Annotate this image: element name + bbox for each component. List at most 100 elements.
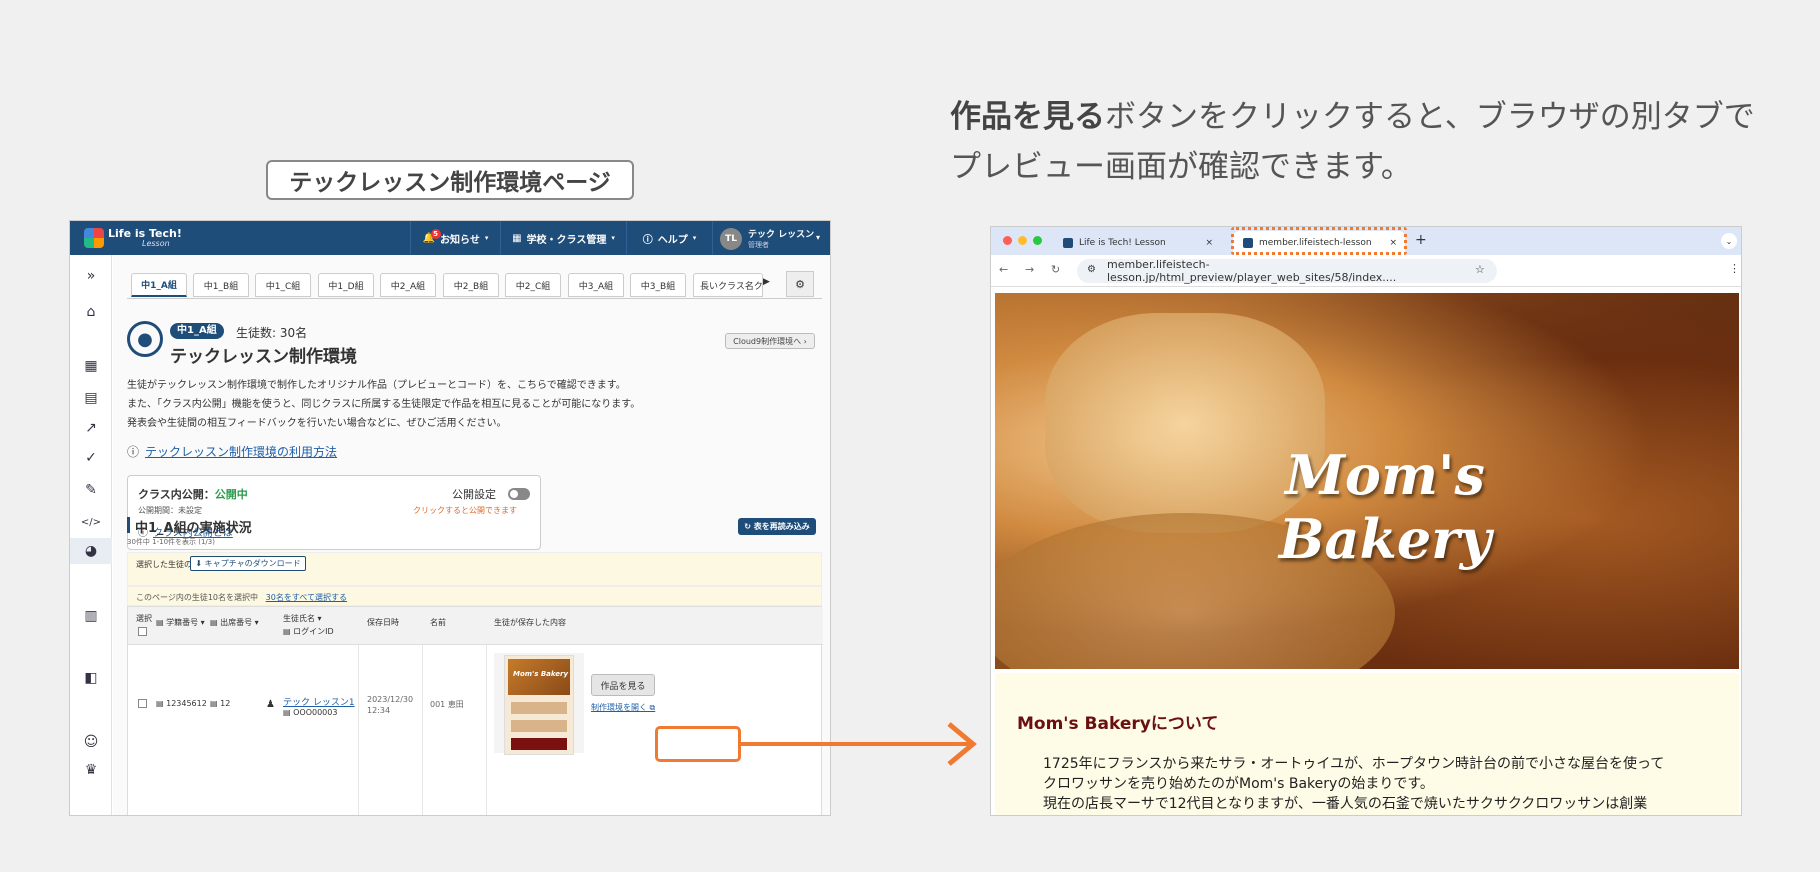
expand-icon[interactable]: » [70, 263, 112, 289]
tab-2b[interactable]: 中2_B組 [443, 273, 499, 297]
thumb-footer [511, 738, 567, 750]
header-name: 名前 [430, 618, 446, 627]
select-page-bar: このページ内の生徒10名を選択中 30名をすべて選択する [127, 586, 822, 606]
active-tab-highlight [1231, 227, 1407, 255]
select-all-checkbox[interactable] [138, 627, 147, 636]
cell-name: 001 恵田 [430, 700, 464, 709]
table-header: 選択 ▤ 学籍番号 ▾ ▤ 出席番号 ▾ 生徒氏名 ▾ ▤ ログインID 保存日… [128, 607, 823, 645]
gear-icon[interactable]: ⚙ [786, 271, 814, 297]
tab-2a[interactable]: 中2_A組 [380, 273, 436, 297]
brand-logo-icon[interactable] [84, 228, 104, 248]
document-check-icon[interactable]: ▤ [70, 385, 112, 411]
maximize-window-icon[interactable] [1033, 236, 1042, 245]
open-env-link[interactable]: 制作環境を開く ⧉ [591, 702, 655, 713]
header-login-id-label: ログインID [293, 627, 334, 636]
smile-icon[interactable]: ☺ [70, 729, 112, 755]
chevron-down-icon: ▾ [484, 234, 489, 242]
home-icon[interactable]: ⌂ [70, 299, 112, 325]
chevron-down-icon: ▾ [611, 234, 615, 242]
select-page-text: このページ内の生徒10名を選択中 [136, 593, 259, 602]
tab-scroll-right-icon[interactable]: ▶ [763, 277, 770, 287]
tab-1c[interactable]: 中1_C組 [255, 273, 311, 297]
tab-1d[interactable]: 中1_D組 [318, 273, 374, 297]
caption-bold: 作品を見る [950, 99, 1105, 135]
selection-bar: 選択した生徒の ⬇ キャプチャのダウンロード [127, 552, 822, 586]
cloud9-button[interactable]: Cloud9制作環境へ › [725, 333, 815, 349]
site-settings-icon[interactable]: ⚙ [1087, 264, 1096, 275]
pencil-icon[interactable]: ✎ [70, 477, 112, 503]
chevron-down-icon: ▾ [692, 234, 697, 242]
user-name[interactable]: テック レッスン [748, 227, 814, 240]
about-section: Mom's Bakeryについて 1725年にフランスから来たサラ・オートゥイユ… [995, 673, 1739, 815]
row-checkbox[interactable] [138, 699, 147, 708]
capture-label: キャプチャのダウンロード [204, 559, 301, 568]
header-login-id: ▤ ログインID [283, 627, 334, 636]
tab-1b[interactable]: 中1_B組 [193, 273, 249, 297]
avatar[interactable]: TL [720, 228, 742, 250]
cell-student-no: ▤ 12345612 [156, 699, 207, 708]
trophy-icon[interactable]: ♛ [70, 757, 112, 783]
close-window-icon[interactable] [1003, 236, 1012, 245]
chevron-down-icon[interactable]: ▾ [816, 233, 820, 242]
palette-icon[interactable]: ◕ [70, 538, 112, 564]
notice-label: お知らせ [440, 234, 480, 246]
tab1-label: Life is Tech! Lesson [1079, 238, 1166, 248]
capture-button[interactable]: ⬇ キャプチャのダウンロード [190, 556, 306, 571]
publish-label-row: クラス内公開：公開中 [138, 486, 248, 502]
calendar-icon[interactable]: ▦ [70, 353, 112, 379]
minimize-window-icon[interactable] [1018, 236, 1027, 245]
help-menu[interactable]: ⓘ ヘルプ ▾ [626, 221, 712, 255]
page-label: テックレッスン制作環境ページ [266, 160, 634, 200]
address-bar[interactable]: ⚙ member.lifeistech-lesson.jp/html_previ… [1077, 258, 1497, 284]
student-name-link[interactable]: テック レッスン1 [283, 695, 355, 708]
forward-icon[interactable]: → [1025, 263, 1034, 276]
reload-button[interactable]: ↻ 表を再読み込み [738, 518, 816, 535]
student-avatar-icon: ♟ [266, 699, 275, 710]
check-circle-icon[interactable]: ✓ [70, 445, 112, 471]
more-menu-icon[interactable]: ⋮ [1729, 262, 1740, 275]
publish-hint: クリックすると公開できます [413, 506, 517, 515]
publish-toggle[interactable] [508, 488, 530, 500]
brand-sub: Lesson [142, 239, 170, 248]
tab-list-icon[interactable]: ⌄ [1721, 233, 1737, 249]
palette-icon: ● [127, 321, 163, 357]
header-select: 選択 [136, 614, 152, 623]
nav-divider [712, 221, 713, 255]
trend-icon[interactable]: ↗ [70, 415, 112, 441]
section-count: 30件中 1-10件を表示 (1/3) [127, 538, 215, 546]
chart-icon[interactable]: ▥ [70, 603, 112, 629]
book-icon[interactable]: ◧ [70, 665, 112, 691]
bookmark-star-icon[interactable]: ☆ [1475, 263, 1485, 276]
notice-menu[interactable]: 🔔 5 お知らせ ▾ [410, 221, 500, 255]
tab-2c[interactable]: 中2_C組 [505, 273, 561, 297]
header-student-no[interactable]: ▤ 学籍番号 ▾ [156, 617, 205, 628]
tab-long-class[interactable]: 長いクラス名ク [693, 273, 763, 297]
page-title: テックレッスン制作環境 [170, 347, 357, 367]
tab-1a[interactable]: 中1_A組 [131, 273, 187, 297]
thumb-title: Mom's Bakery [513, 670, 569, 678]
reload-label: 表を再読み込み [753, 522, 810, 531]
brand-name: Life is Tech! [108, 227, 182, 240]
view-work-button[interactable]: 作品を見る [591, 674, 655, 696]
school-menu[interactable]: ▦ 学校・クラス管理 ▾ [500, 221, 626, 255]
tab-3b[interactable]: 中3_B組 [630, 273, 686, 297]
close-tab-icon[interactable]: × [1205, 238, 1213, 248]
col-divider [358, 645, 359, 815]
howto-link[interactable]: テックレッスン制作環境の利用方法 [145, 443, 337, 460]
back-icon[interactable]: ← [999, 263, 1008, 276]
browser-tab-lesson[interactable]: Life is Tech! Lesson × [1053, 231, 1221, 255]
header-seat-no[interactable]: ▤ 出席番号 ▾ [210, 617, 259, 628]
new-tab-icon[interactable]: + [1415, 232, 1427, 248]
code-icon[interactable]: </> [70, 509, 112, 535]
tab-3a[interactable]: 中3_A組 [568, 273, 624, 297]
hero-title: Mom's Bakery [1278, 443, 1492, 571]
browser-tabbar: Life is Tech! Lesson × member.lifeistech-… [991, 227, 1741, 255]
select-all-link[interactable]: 30名をすべて選択する [266, 593, 347, 602]
header-student-name-label: 生徒氏名 [283, 614, 315, 623]
reload-icon[interactable]: ↻ [1051, 263, 1060, 276]
work-thumbnail[interactable]: Mom's Bakery [504, 655, 574, 755]
about-para-line: 1725年にフランスから来たサラ・オートゥイユが、ホープタウン時計台の前で小さな… [1043, 756, 1665, 772]
header-student-name[interactable]: 生徒氏名 ▾ [283, 613, 322, 624]
cell-student-no-value: 12345612 [166, 699, 207, 708]
view-button-highlight [655, 726, 741, 762]
